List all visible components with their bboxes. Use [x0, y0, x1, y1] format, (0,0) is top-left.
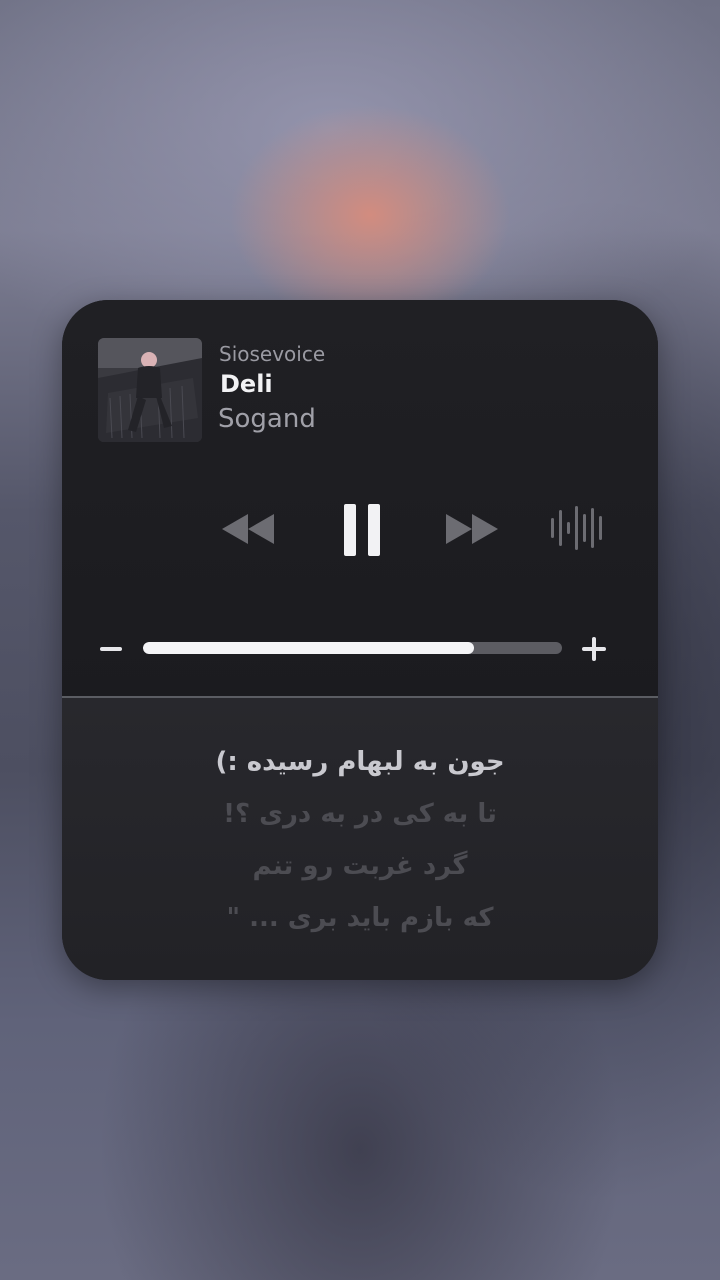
- album-art[interactable]: [98, 338, 202, 442]
- waveform-icon: [551, 506, 602, 550]
- volume-down-button[interactable]: [100, 647, 122, 651]
- pause-button[interactable]: [344, 504, 380, 556]
- volume-slider[interactable]: [143, 642, 562, 654]
- song-title: Deli: [220, 370, 273, 398]
- lyric-line-current[interactable]: جون به لبهام رسیده :): [62, 736, 658, 788]
- volume-level: [143, 642, 474, 654]
- song-subtitle: Sogand: [218, 404, 316, 434]
- lyrics-list: جون به لبهام رسیده :) تا به کی در به دری…: [62, 736, 658, 944]
- lyric-line[interactable]: گرد غربت رو تنم: [62, 840, 658, 892]
- waveform-button[interactable]: [550, 504, 606, 552]
- lyric-line[interactable]: که بازم باید بری ... ": [62, 892, 658, 944]
- volume-up-button[interactable]: [582, 637, 606, 661]
- lyric-line[interactable]: تا به کی در به دری ؟!: [62, 788, 658, 840]
- fast-forward-button[interactable]: [444, 512, 500, 546]
- fast-forward-icon: [446, 514, 498, 544]
- player-panel: Siosevoice Deli Sogand: [62, 300, 658, 697]
- rewind-button[interactable]: [220, 512, 276, 546]
- artist-label: Siosevoice: [219, 342, 326, 366]
- pause-icon: [344, 504, 380, 556]
- rewind-icon: [222, 514, 274, 544]
- now-playing-widget: Siosevoice Deli Sogand جون به لبهام رسید…: [62, 300, 658, 980]
